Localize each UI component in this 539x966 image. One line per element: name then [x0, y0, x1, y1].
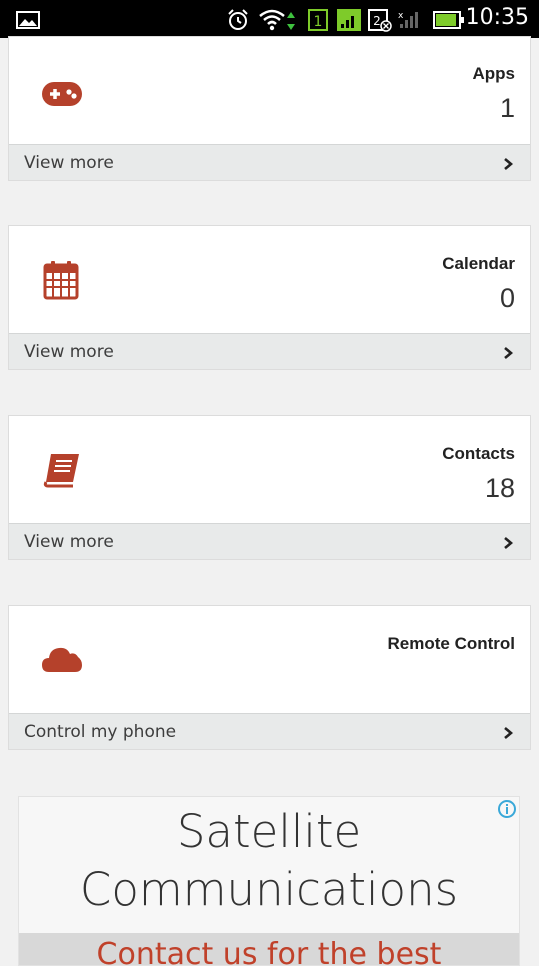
- svg-text:1: 1: [314, 14, 323, 30]
- view-more-button[interactable]: View more: [9, 523, 530, 559]
- view-more-button[interactable]: View more: [9, 333, 530, 369]
- chevron-right-icon: [504, 727, 513, 739]
- book-icon: [43, 454, 79, 488]
- cloud-icon: [42, 647, 82, 672]
- view-more-button[interactable]: View more: [9, 144, 530, 180]
- card-title: Apps: [472, 64, 516, 83]
- control-my-phone-button[interactable]: Control my phone: [9, 713, 530, 749]
- battery-icon: [433, 11, 464, 29]
- ad-cta-label: Contact us for the best: [96, 937, 442, 966]
- chevron-right-icon: [504, 537, 513, 549]
- card-title: Calendar: [442, 254, 515, 273]
- card-count: 0: [499, 283, 515, 313]
- footer-label: View more: [24, 342, 114, 362]
- ad-cta-button[interactable]: Contact us for the best: [19, 933, 519, 966]
- svg-text:x: x: [398, 11, 404, 21]
- card-title: Contacts: [442, 444, 515, 463]
- contacts-card[interactable]: Contacts 18 View more: [8, 415, 531, 560]
- calendar-card[interactable]: Calendar 0 View more: [8, 225, 531, 370]
- alarm-icon: [228, 9, 248, 30]
- footer-label: View more: [24, 153, 114, 173]
- sim1-icon: 1: [308, 9, 328, 31]
- card-title: Remote Control: [387, 634, 516, 653]
- card-count: 1: [499, 93, 515, 123]
- sim2-icon: 2 x: [368, 9, 418, 32]
- status-bar: 1 2 x 10:35: [0, 0, 539, 38]
- calendar-icon: [43, 261, 79, 300]
- gamepad-icon: [42, 82, 82, 106]
- footer-label: View more: [24, 532, 114, 552]
- image-icon: [16, 11, 40, 29]
- wifi-icon: [259, 9, 295, 31]
- ad-headline: Satellite Communications: [79, 805, 459, 916]
- ad-banner[interactable]: Satellite Communications Contact us for …: [18, 796, 520, 966]
- status-time: 10:35: [465, 5, 529, 30]
- remote-control-card[interactable]: Remote Control Control my phone: [8, 605, 531, 750]
- signal-icon: [337, 9, 361, 31]
- apps-card[interactable]: Apps 1 View more: [8, 36, 531, 181]
- card-count: 18: [484, 473, 515, 503]
- svg-text:2: 2: [373, 14, 381, 28]
- footer-label: Control my phone: [24, 722, 177, 742]
- chevron-right-icon: [504, 347, 513, 359]
- chevron-right-icon: [504, 158, 513, 170]
